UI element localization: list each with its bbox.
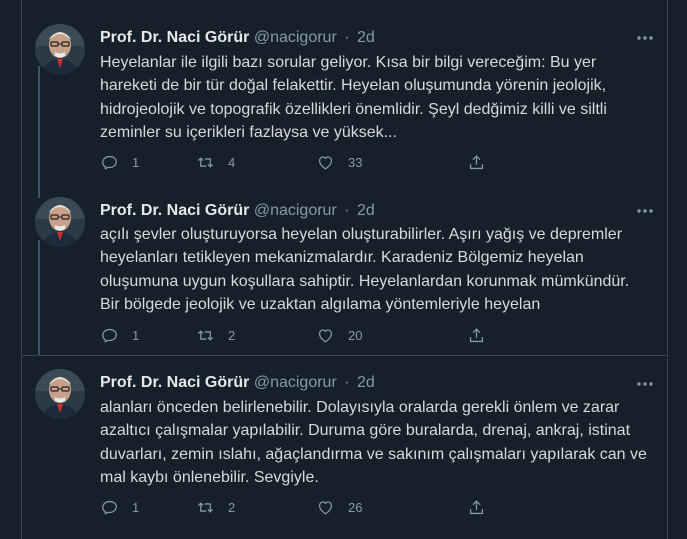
reply-count: 1 [132, 327, 140, 343]
like-count: 20 [348, 327, 363, 343]
more-icon[interactable] [635, 30, 655, 46]
tweet-actions: 1 2 20 [100, 323, 580, 347]
tweet-header: Prof. Dr. Naci Görür @nacigorur · 2d [100, 373, 375, 393]
tweet-text: Heyelanlar ile ilgili bazı sorular geliy… [100, 51, 656, 145]
share-icon [467, 326, 486, 345]
author-name[interactable]: Prof. Dr. Naci Görür [100, 29, 249, 46]
timeline-border-right [667, 0, 668, 539]
tweet-timestamp[interactable]: 2d [357, 29, 375, 46]
tweet-text-line: açılı şevler oluşturuyorsa heyelan oluşt… [100, 226, 623, 243]
retweet-icon [196, 498, 215, 517]
author-handle[interactable]: @nacigorur [254, 202, 337, 219]
author-name[interactable]: Prof. Dr. Naci Görür [100, 374, 249, 391]
retweet-button[interactable]: 4 [196, 150, 235, 174]
tweet[interactable]: Prof. Dr. Naci Görür @nacigorur · 2d açı… [22, 183, 667, 356]
author-handle[interactable]: @nacigorur [254, 374, 337, 391]
tweet-text-line: heyelanları tetikleyen mekanizmalardır. … [100, 249, 584, 267]
reply-count: 1 [132, 154, 140, 170]
like-icon [316, 498, 335, 517]
retweet-count: 4 [228, 154, 236, 170]
tweet-text-line: Bir bölgede jeolojik ve uzaktan algılama… [100, 296, 541, 314]
share-button[interactable] [467, 150, 486, 174]
reply-button[interactable]: 1 [100, 323, 139, 347]
like-icon [316, 153, 335, 172]
tweet-text: alanları önceden belirlenebilir. Dolayıs… [100, 396, 656, 490]
share-icon [467, 153, 486, 172]
tweet-thread: Prof. Dr. Naci Görür @nacigorur · 2d Hey… [0, 0, 687, 539]
avatar[interactable] [35, 369, 85, 419]
tweet-text-line: azaltıcı çalışmalar yapılabilir. Duruma … [100, 422, 631, 440]
reply-button[interactable]: 1 [100, 495, 139, 519]
reply-count: 1 [132, 499, 140, 515]
tweet-text-line: hidrojeolojik ve topografik özellikleri … [100, 100, 607, 118]
like-button[interactable]: 20 [316, 323, 362, 347]
tweet-text-line: duvarları, zemin ıslahı, ağaçlandırma ve… [100, 445, 647, 463]
tweet-text-line: hareketi de bir tür doğal felakettir. He… [100, 77, 607, 95]
tweet-text-line: zeminler su içerikleri fazlaysa ve yükse… [100, 124, 397, 142]
tweet-text-line: alanları önceden belirlenebilir. Dolayıs… [100, 399, 620, 416]
avatar[interactable] [35, 197, 85, 247]
retweet-count: 2 [228, 499, 236, 515]
tweet-actions: 1 2 26 [100, 495, 580, 519]
like-button[interactable]: 33 [316, 150, 362, 174]
retweet-icon [196, 153, 215, 172]
tweet-text-line: Heyelanlar ile ilgili bazı sorular geliy… [100, 54, 597, 71]
tweet[interactable]: Prof. Dr. Naci Görür @nacigorur · 2d ala… [22, 356, 667, 539]
retweet-button[interactable]: 2 [196, 323, 235, 347]
separator-dot: · [344, 374, 350, 391]
reply-button[interactable]: 1 [100, 150, 139, 174]
tweet-timestamp[interactable]: 2d [357, 374, 375, 391]
tweet-header: Prof. Dr. Naci Görür @nacigorur · 2d [100, 28, 375, 48]
tweet-header: Prof. Dr. Naci Görür @nacigorur · 2d [100, 201, 375, 221]
avatar[interactable] [35, 24, 85, 74]
tweet-actions: 1 4 33 [100, 150, 580, 174]
like-count: 26 [348, 499, 363, 515]
like-icon [316, 326, 335, 345]
author-handle[interactable]: @nacigorur [254, 29, 337, 46]
tweet-text-line: oluşumuna uygun koşullara sahiptir. Heye… [100, 272, 630, 290]
tweet[interactable]: Prof. Dr. Naci Görür @nacigorur · 2d Hey… [22, 10, 667, 183]
tweet-text: açılı şevler oluşturuyorsa heyelan oluşt… [100, 223, 656, 317]
share-button[interactable] [467, 323, 486, 347]
more-icon[interactable] [635, 203, 655, 219]
reply-icon [100, 326, 119, 345]
reply-icon [100, 498, 119, 517]
retweet-icon [196, 326, 215, 345]
separator-dot: · [344, 202, 350, 219]
reply-icon [100, 153, 119, 172]
retweet-button[interactable]: 2 [196, 495, 235, 519]
share-button[interactable] [467, 495, 486, 519]
separator-dot: · [344, 29, 350, 46]
author-name[interactable]: Prof. Dr. Naci Görür [100, 202, 249, 219]
tweet-timestamp[interactable]: 2d [357, 202, 375, 219]
retweet-count: 2 [228, 327, 236, 343]
like-count: 33 [348, 154, 363, 170]
like-button[interactable]: 26 [316, 495, 362, 519]
share-icon [467, 498, 486, 517]
more-icon[interactable] [635, 376, 655, 392]
tweet-text-line: mal kaybı önlenebilir. Sevgiyle. [100, 469, 319, 487]
